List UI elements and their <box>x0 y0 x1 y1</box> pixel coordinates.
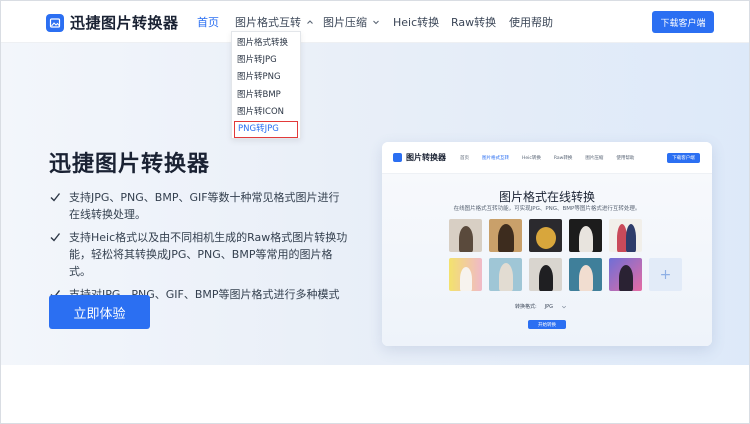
dropdown-item[interactable]: 图片格式转换 <box>232 35 300 52</box>
preview-nav-item: Heic转换 <box>522 156 541 161</box>
dropdown-item[interactable]: 图片转JPG <box>232 52 300 69</box>
thumbnail-image <box>449 219 482 252</box>
preview-logo-text: 图片转换器 <box>406 153 446 162</box>
nav-format-convert-label: 图片格式互转 <box>235 16 301 29</box>
preview-nav: 首页 图片格式互转 Heic转换 Raw转换 图片压缩 使用帮助 <box>460 142 647 174</box>
preview-header: 图片转换器 首页 图片格式互转 Heic转换 Raw转换 图片压缩 使用帮助 下… <box>382 142 712 174</box>
dropdown-item[interactable]: 图片转PNG <box>232 69 300 86</box>
thumbnail-image <box>449 258 482 291</box>
feature-text: 支持Heic格式以及由不同相机生成的Raw格式图片转换功能，轻松将其转换成JPG… <box>69 231 348 278</box>
page-bottom <box>1 365 749 423</box>
thumbnail-grid: + <box>449 219 682 291</box>
site-logo[interactable]: 迅捷图片转换器 <box>46 12 179 33</box>
preview-body: 图片格式在线转换 在线图片格式互转功能，可实现JPG、PNG、BMP等图片格式进… <box>382 174 712 346</box>
nav-compress-label: 图片压缩 <box>323 16 367 29</box>
preview-logo-icon <box>393 153 402 162</box>
feature-item: 支持Heic格式以及由不同相机生成的Raw格式图片转换功能，轻松将其转换成JPG… <box>49 229 349 280</box>
format-convert-dropdown: 图片格式转换 图片转JPG 图片转PNG 图片转BMP 图片转ICON PNG转… <box>231 31 301 139</box>
nav-home-label: 首页 <box>197 16 219 29</box>
page-frame: 迅捷图片转换器 支持JPG、PNG、BMP、GIF等数十种常见格式图片进行在线转… <box>0 0 750 424</box>
logo-text: 迅捷图片转换器 <box>70 14 179 32</box>
preview-nav-item: Raw转换 <box>553 156 573 161</box>
preview-subtitle: 在线图片格式互转功能，可实现JPG、PNG、BMP等图片格式进行互转处理。 <box>453 206 641 212</box>
preview-format-select: 转换格式: JPG <box>515 303 567 310</box>
thumbnail-image <box>569 219 602 252</box>
nav-raw[interactable]: Raw转换 <box>451 1 509 43</box>
nav-heic-label: Heic转换 <box>393 16 440 29</box>
thumbnail-spacer <box>649 219 682 252</box>
add-image-button: + <box>649 258 682 291</box>
thumbnail-image <box>609 219 642 252</box>
dropdown-item[interactable]: 图片转ICON <box>232 104 300 121</box>
thumbnail-image <box>489 219 522 252</box>
chevron-up-icon <box>307 20 313 24</box>
thumbnail-image <box>529 219 562 252</box>
chevron-down-icon <box>562 305 567 308</box>
thumbnail-image <box>609 258 642 291</box>
preview-format-label: 转换格式: <box>515 304 537 310</box>
preview-convert-button: 开始转换 <box>528 320 566 329</box>
preview-nav-item: 图片压缩 <box>585 156 604 161</box>
dropdown-item-png-to-jpg[interactable]: PNG转JPG <box>234 120 298 138</box>
dropdown-item[interactable]: 图片转BMP <box>232 87 300 104</box>
try-now-button[interactable]: 立即体验 <box>49 295 150 329</box>
preview-nav-item: 首页 <box>460 156 469 161</box>
preview-nav-item-active: 图片格式互转 <box>482 156 509 161</box>
site-header: 迅捷图片转换器 首页 图片格式互转 图片压缩 Heic转换 Raw转换 使用帮助 <box>1 1 749 43</box>
preview-logo: 图片转换器 <box>393 152 446 163</box>
nav-home[interactable]: 首页 <box>197 1 235 43</box>
thumbnail-image <box>489 258 522 291</box>
feature-text: 支持JPG、PNG、BMP、GIF等数十种常见格式图片进行在线转换处理。 <box>69 191 340 221</box>
logo-icon <box>46 13 64 32</box>
nav-raw-label: Raw转换 <box>451 16 497 29</box>
nav-help-label: 使用帮助 <box>509 16 553 29</box>
nav-compress[interactable]: 图片压缩 <box>323 1 393 43</box>
feature-item: 支持JPG、PNG、BMP、GIF等数十种常见格式图片进行在线转换处理。 <box>49 189 349 223</box>
chevron-down-icon <box>373 20 379 25</box>
hero-section: 迅捷图片转换器 支持JPG、PNG、BMP、GIF等数十种常见格式图片进行在线转… <box>1 43 749 365</box>
nav-help[interactable]: 使用帮助 <box>509 1 567 43</box>
thumbnail-image <box>569 258 602 291</box>
preview-format-value: JPG <box>544 303 554 310</box>
download-client-button[interactable]: 下载客户端 <box>652 11 714 33</box>
app-preview: 图片转换器 首页 图片格式互转 Heic转换 Raw转换 图片压缩 使用帮助 下… <box>382 142 712 346</box>
check-icon <box>50 193 61 202</box>
check-icon <box>50 233 61 242</box>
preview-nav-item: 使用帮助 <box>616 156 635 161</box>
nav-heic[interactable]: Heic转换 <box>393 1 451 43</box>
plus-icon: + <box>659 266 672 283</box>
hero-title: 迅捷图片转换器 <box>49 152 211 177</box>
thumbnail-image <box>529 258 562 291</box>
preview-download-button: 下载客户端 <box>667 153 700 163</box>
preview-title: 图片格式在线转换 <box>498 190 595 204</box>
